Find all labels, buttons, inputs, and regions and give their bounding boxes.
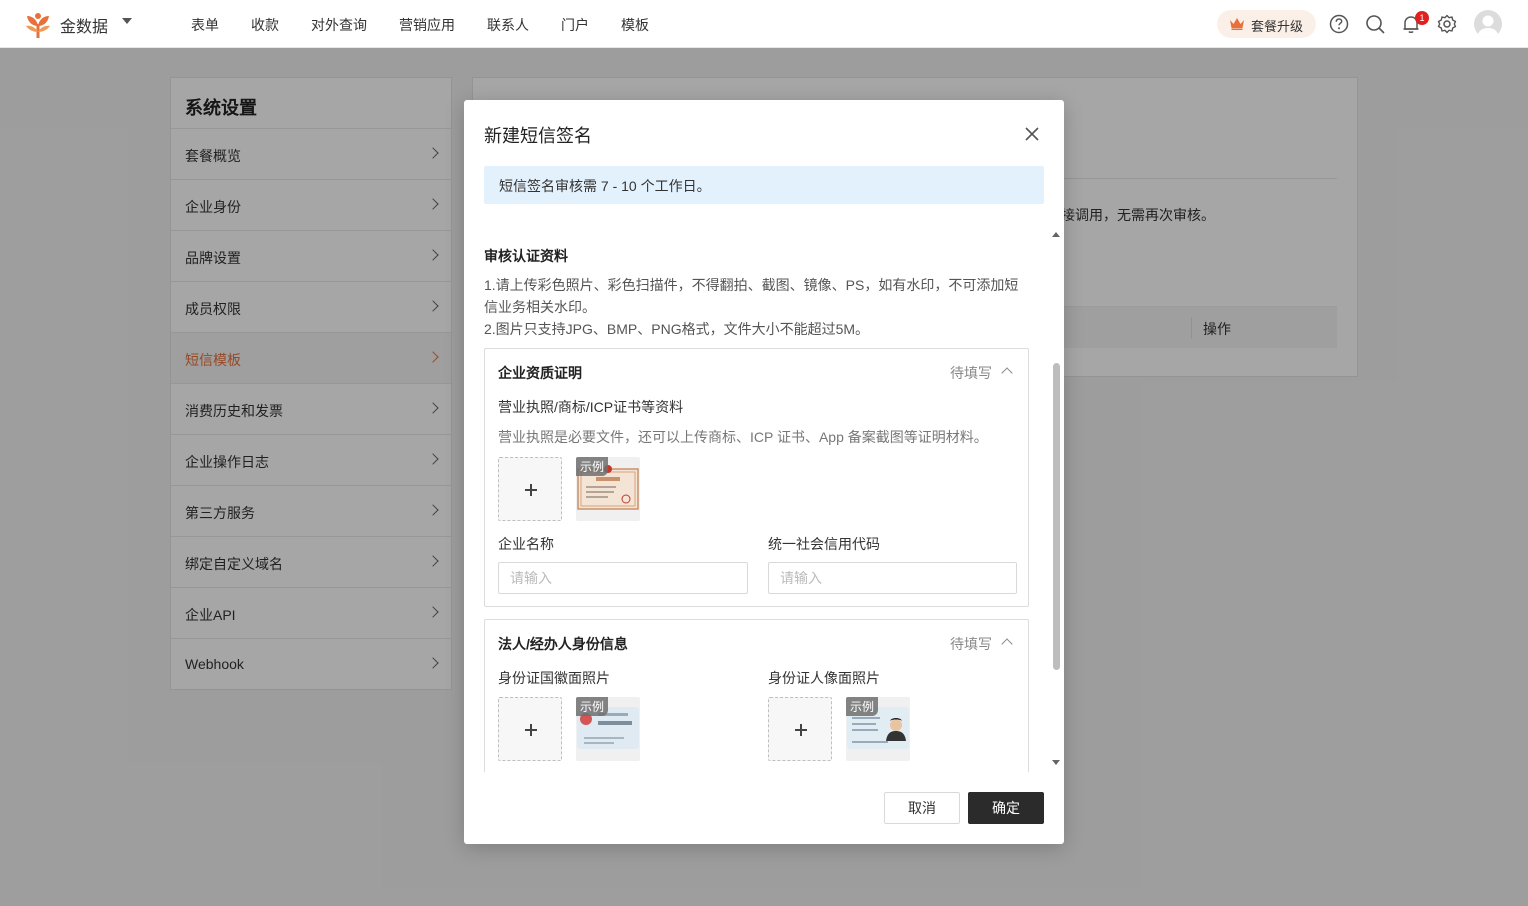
upgrade-label: 套餐升级 bbox=[1251, 19, 1304, 34]
note-line: 2.图片只支持JPG、BMP、PNG格式，文件大小不能超过5M。 bbox=[484, 321, 870, 337]
upload-label: 营业执照/商标/ICP证书等资料 bbox=[498, 399, 684, 415]
id-emblem-sample-image[interactable]: 示例 bbox=[576, 697, 640, 761]
license-sample-image[interactable]: 示例 bbox=[576, 457, 640, 521]
close-icon[interactable] bbox=[1022, 124, 1042, 144]
user-avatar-icon bbox=[1477, 15, 1499, 38]
plus-icon-stroke bbox=[530, 484, 532, 496]
upgrade-button[interactable]: 套餐升级 bbox=[1217, 10, 1316, 38]
dialog-scroll-area[interactable]: 审核认证资料 1.请上传彩色照片、彩色扫描件，不得翻拍、截图、镜像、PS，如有水… bbox=[484, 228, 1029, 772]
top-bar: 金数据 表单 收款 对外查询 营销应用 联系人 门户 模板 套餐升级 1 bbox=[0, 0, 1528, 48]
card-status[interactable]: 待填写 bbox=[950, 634, 992, 654]
credit-code-field[interactable] bbox=[768, 562, 1017, 594]
crown-icon bbox=[1230, 18, 1244, 30]
credit-code-label: 统一社会信用代码 bbox=[768, 536, 880, 552]
brand-name[interactable]: 金数据 bbox=[60, 13, 108, 37]
alert-text: 短信签名审核需 7 - 10 个工作日。 bbox=[499, 178, 711, 194]
id-back-label: 身份证人像面照片 bbox=[768, 670, 880, 686]
chevron-up-icon[interactable] bbox=[1001, 638, 1013, 650]
card-title: 法人/经办人身份信息 bbox=[498, 636, 628, 652]
legal-person-identity-card: 法人/经办人身份信息 待填写 身份证国徽面照片 身份证人像面照片 示例 示例 bbox=[484, 619, 1029, 772]
dialog-title: 新建短信签名 bbox=[484, 126, 592, 146]
sample-tag: 示例 bbox=[846, 697, 879, 716]
id-front-label: 身份证国徽面照片 bbox=[498, 670, 610, 686]
enterprise-qualification-card: 企业资质证明 待填写 营业执照/商标/ICP证书等资料 营业执照是必要文件，还可… bbox=[484, 348, 1029, 607]
card-title: 企业资质证明 bbox=[498, 365, 582, 381]
new-sms-signature-dialog: 新建短信签名 短信签名审核需 7 - 10 个工作日。 审核认证资料 1.请上传… bbox=[464, 100, 1064, 844]
info-alert: 短信签名审核需 7 - 10 个工作日。 bbox=[484, 166, 1044, 204]
sample-tag: 示例 bbox=[576, 697, 609, 716]
search-icon[interactable] bbox=[1364, 13, 1386, 35]
nav-forms[interactable]: 表单 bbox=[191, 15, 219, 35]
gear-icon[interactable] bbox=[1436, 13, 1458, 35]
credit-code-input[interactable] bbox=[769, 563, 1016, 593]
nav-external-query[interactable]: 对外查询 bbox=[311, 15, 367, 35]
company-name-label: 企业名称 bbox=[498, 536, 554, 552]
caret-down-icon[interactable] bbox=[122, 18, 132, 24]
upload-hint: 营业执照是必要文件，还可以上传商标、ICP 证书、App 备案截图等证明材料。 bbox=[498, 429, 988, 445]
logo-icon[interactable] bbox=[22, 10, 54, 40]
upload-notes: 1.请上传彩色照片、彩色扫描件，不得翻拍、截图、镜像、PS，如有水印，不可添加短… bbox=[484, 274, 1029, 340]
card-status[interactable]: 待填写 bbox=[950, 363, 992, 383]
plus-icon-stroke bbox=[530, 724, 532, 736]
scroll-down-arrow-icon[interactable] bbox=[1052, 760, 1060, 765]
upload-id-portrait-button[interactable] bbox=[768, 697, 832, 761]
scrollbar-thumb[interactable] bbox=[1053, 363, 1060, 670]
sample-tag: 示例 bbox=[576, 457, 609, 476]
upload-id-emblem-button[interactable] bbox=[498, 697, 562, 761]
cancel-button[interactable]: 取消 bbox=[884, 792, 960, 824]
company-name-field[interactable] bbox=[498, 562, 748, 594]
chevron-up-icon[interactable] bbox=[1001, 367, 1013, 379]
confirm-button[interactable]: 确定 bbox=[968, 792, 1044, 824]
avatar[interactable] bbox=[1474, 10, 1502, 38]
company-name-input[interactable] bbox=[499, 563, 747, 593]
note-line: 1.请上传彩色照片、彩色扫描件，不得翻拍、截图、镜像、PS，如有水印，不可添加短… bbox=[484, 277, 1019, 315]
nav-contacts[interactable]: 联系人 bbox=[487, 15, 529, 35]
nav-portal[interactable]: 门户 bbox=[561, 15, 589, 35]
help-icon[interactable] bbox=[1328, 13, 1350, 35]
plus-icon-stroke bbox=[800, 724, 802, 736]
scroll-up-arrow-icon[interactable] bbox=[1052, 232, 1060, 237]
nav-marketing[interactable]: 营销应用 bbox=[399, 15, 455, 35]
id-portrait-sample-image[interactable]: 示例 bbox=[846, 697, 910, 761]
upload-license-button[interactable] bbox=[498, 457, 562, 521]
nav-payments[interactable]: 收款 bbox=[251, 15, 279, 35]
notification-badge: 1 bbox=[1415, 11, 1429, 25]
nav-templates[interactable]: 模板 bbox=[621, 15, 649, 35]
section-heading: 审核认证资料 bbox=[484, 248, 568, 264]
